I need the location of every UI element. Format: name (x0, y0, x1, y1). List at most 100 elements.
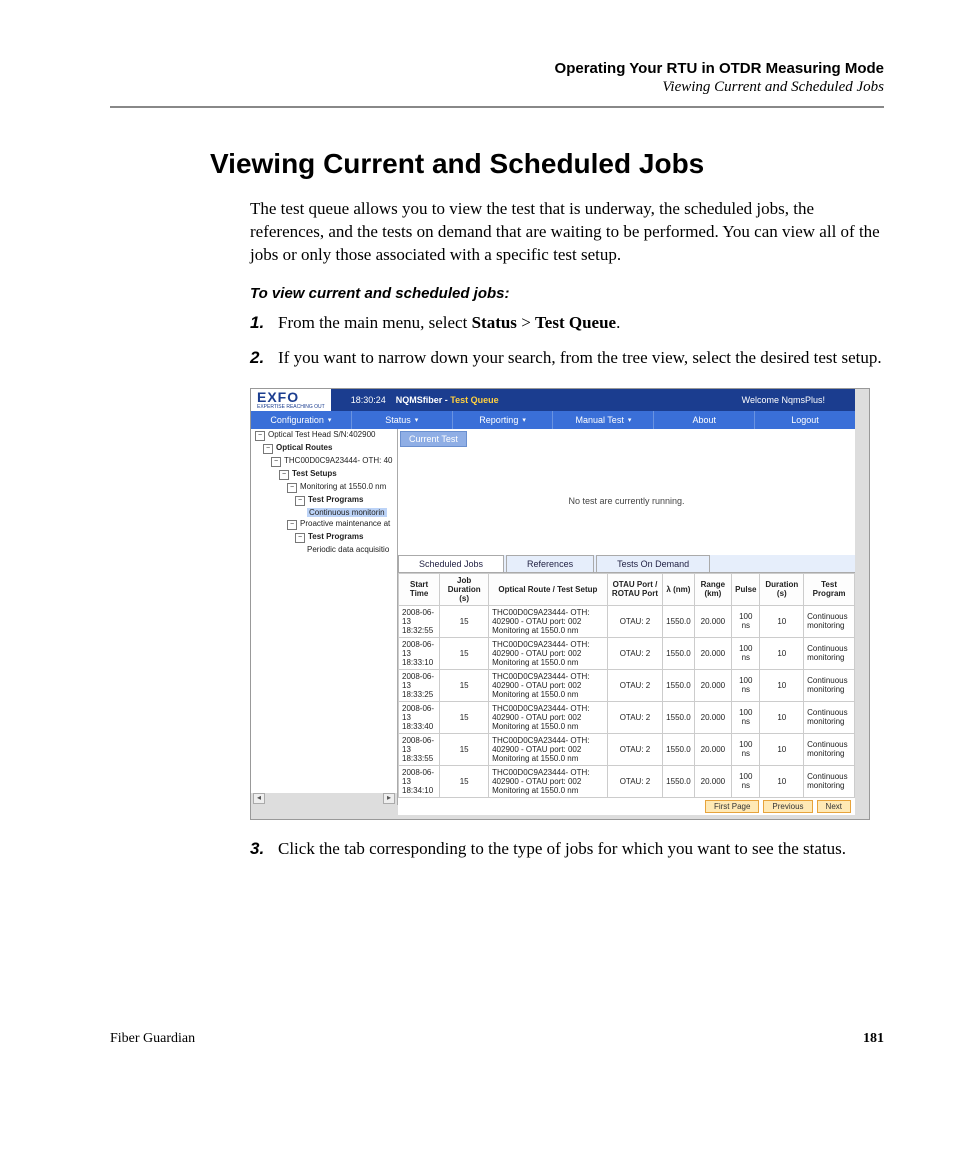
col-range: Range (km) (694, 573, 731, 605)
cell-duration: 10 (760, 701, 804, 733)
first-page-button[interactable]: First Page (705, 800, 759, 813)
scroll-right-icon[interactable]: ▸ (383, 793, 395, 804)
cell-duration: 10 (760, 733, 804, 765)
tree-node[interactable]: Test Setups (292, 469, 337, 478)
chevron-down-icon: ▾ (628, 416, 632, 424)
tree-node[interactable]: Optical Test Head S/N:402900 (268, 430, 375, 439)
menu-manual-test[interactable]: Manual Test▾ (553, 411, 654, 429)
cell-range: 20.000 (694, 669, 731, 701)
step-text: From the main menu, select (278, 313, 472, 332)
cell-range: 20.000 (694, 765, 731, 797)
product-name: Fiber Guardian (110, 1031, 195, 1047)
menu-configuration[interactable]: Configuration▾ (251, 411, 352, 429)
app-screenshot: EXFO EXPERTISE REACHING OUT 18:30:24 NQM… (250, 388, 870, 820)
cell-pulse: 100ns (732, 765, 760, 797)
cell-lambda: 1550.0 (663, 733, 694, 765)
col-job-duration: Job Duration (s) (440, 573, 489, 605)
step-text: If you want to narrow down your search, … (278, 347, 882, 370)
cell-range: 20.000 (694, 733, 731, 765)
table-header-row: Start Time Job Duration (s) Optical Rout… (399, 573, 855, 605)
tree-collapse-icon[interactable]: − (295, 533, 305, 543)
exfo-logo: EXFO EXPERTISE REACHING OUT (251, 389, 331, 411)
cell-start-time: 2008-06-1318:33:25 (399, 669, 440, 701)
tree-node[interactable]: Test Programs (308, 532, 363, 541)
jobs-table: Start Time Job Duration (s) Optical Rout… (398, 573, 855, 798)
pager: First Page Previous Next (398, 798, 855, 815)
tab-references[interactable]: References (506, 555, 594, 572)
page-number: 181 (863, 1031, 884, 1047)
tree-horizontal-scrollbar[interactable]: ◂▸ (251, 793, 397, 805)
table-row: 2008-06-1318:33:2515THC00D0C9A23444- OTH… (399, 669, 855, 701)
tree-node[interactable]: Proactive maintenance at (300, 519, 390, 528)
cell-test-program: Continuousmonitoring (804, 605, 855, 637)
table-row: 2008-06-1318:33:1015THC00D0C9A23444- OTH… (399, 637, 855, 669)
tree-collapse-icon[interactable]: − (255, 431, 265, 441)
tree-node[interactable]: THC00D0C9A23444- OTH: 40 (284, 456, 393, 465)
scroll-left-icon[interactable]: ◂ (253, 793, 265, 804)
cell-lambda: 1550.0 (663, 605, 694, 637)
tree-collapse-icon[interactable]: − (295, 496, 305, 506)
chevron-down-icon: ▾ (522, 416, 526, 424)
step-3: 3. Click the tab corresponding to the ty… (250, 838, 884, 861)
col-duration: Duration (s) (760, 573, 804, 605)
menu-path-status: Status (472, 313, 517, 332)
tree-node[interactable]: Monitoring at 1550.0 nm (300, 482, 386, 491)
cell-lambda: 1550.0 (663, 669, 694, 701)
cell-start-time: 2008-06-1318:33:40 (399, 701, 440, 733)
cell-duration: 10 (760, 765, 804, 797)
tab-scheduled-jobs[interactable]: Scheduled Jobs (398, 555, 504, 572)
intro-paragraph: The test queue allows you to view the te… (250, 198, 884, 267)
tab-tests-on-demand[interactable]: Tests On Demand (596, 555, 710, 572)
cell-range: 20.000 (694, 701, 731, 733)
menu-status[interactable]: Status▾ (352, 411, 453, 429)
cell-pulse: 100ns (732, 701, 760, 733)
cell-otau-port: OTAU: 2 (607, 669, 662, 701)
cell-pulse: 100ns (732, 733, 760, 765)
page-title: Viewing Current and Scheduled Jobs (210, 148, 884, 180)
cell-otau-port: OTAU: 2 (607, 701, 662, 733)
tree-collapse-icon[interactable]: − (271, 457, 281, 467)
cell-test-program: Continuousmonitoring (804, 637, 855, 669)
cell-start-time: 2008-06-1318:33:55 (399, 733, 440, 765)
tree-collapse-icon[interactable]: − (287, 483, 297, 493)
tree-collapse-icon[interactable]: − (287, 520, 297, 530)
clock: 18:30:24 (351, 395, 386, 405)
col-otau-port: OTAU Port / ROTAU Port (607, 573, 662, 605)
tab-current-test[interactable]: Current Test (400, 431, 467, 447)
table-row: 2008-06-1318:32:5515THC00D0C9A23444- OTH… (399, 605, 855, 637)
table-row: 2008-06-1318:33:5515THC00D0C9A23444- OTH… (399, 733, 855, 765)
cell-job-duration: 15 (440, 605, 489, 637)
tree-node[interactable]: Test Programs (308, 495, 363, 504)
table-row: 2008-06-1318:33:4015THC00D0C9A23444- OTH… (399, 701, 855, 733)
cell-job-duration: 15 (440, 733, 489, 765)
title-bar: EXFO EXPERTISE REACHING OUT 18:30:24 NQM… (251, 389, 855, 411)
menu-path-test-queue: Test Queue (535, 313, 616, 332)
cell-duration: 10 (760, 669, 804, 701)
tree-node[interactable]: Periodic data acquisitio (307, 545, 389, 554)
welcome-text: Welcome NqmsPlus! (742, 395, 825, 405)
cell-duration: 10 (760, 637, 804, 669)
menu-about[interactable]: About (654, 411, 755, 429)
step-number: 1. (250, 312, 278, 335)
cell-range: 20.000 (694, 637, 731, 669)
tree-node-selected[interactable]: Continuous monitorin (307, 508, 387, 517)
col-pulse: Pulse (732, 573, 760, 605)
step-1: 1. From the main menu, select Status > T… (250, 312, 884, 335)
tree-view[interactable]: −Optical Test Head S/N:402900 −Optical R… (251, 429, 398, 805)
cell-test-program: Continuousmonitoring (804, 701, 855, 733)
menu-reporting[interactable]: Reporting▾ (453, 411, 554, 429)
previous-page-button[interactable]: Previous (763, 800, 812, 813)
tree-collapse-icon[interactable]: − (263, 444, 273, 454)
section-name: Viewing Current and Scheduled Jobs (110, 79, 884, 96)
menu-logout[interactable]: Logout (755, 411, 855, 429)
main-menu: Configuration▾ Status▾ Reporting▾ Manual… (251, 411, 855, 429)
step-number: 2. (250, 347, 278, 370)
cell-test-program: Continuousmonitoring (804, 669, 855, 701)
chevron-down-icon: ▾ (415, 416, 419, 424)
cell-job-duration: 15 (440, 669, 489, 701)
cell-otau-port: OTAU: 2 (607, 605, 662, 637)
next-page-button[interactable]: Next (817, 800, 851, 813)
tree-collapse-icon[interactable]: − (279, 470, 289, 480)
tree-node[interactable]: Optical Routes (276, 443, 332, 452)
cell-route: THC00D0C9A23444- OTH: 402900 - OTAU port… (489, 733, 608, 765)
